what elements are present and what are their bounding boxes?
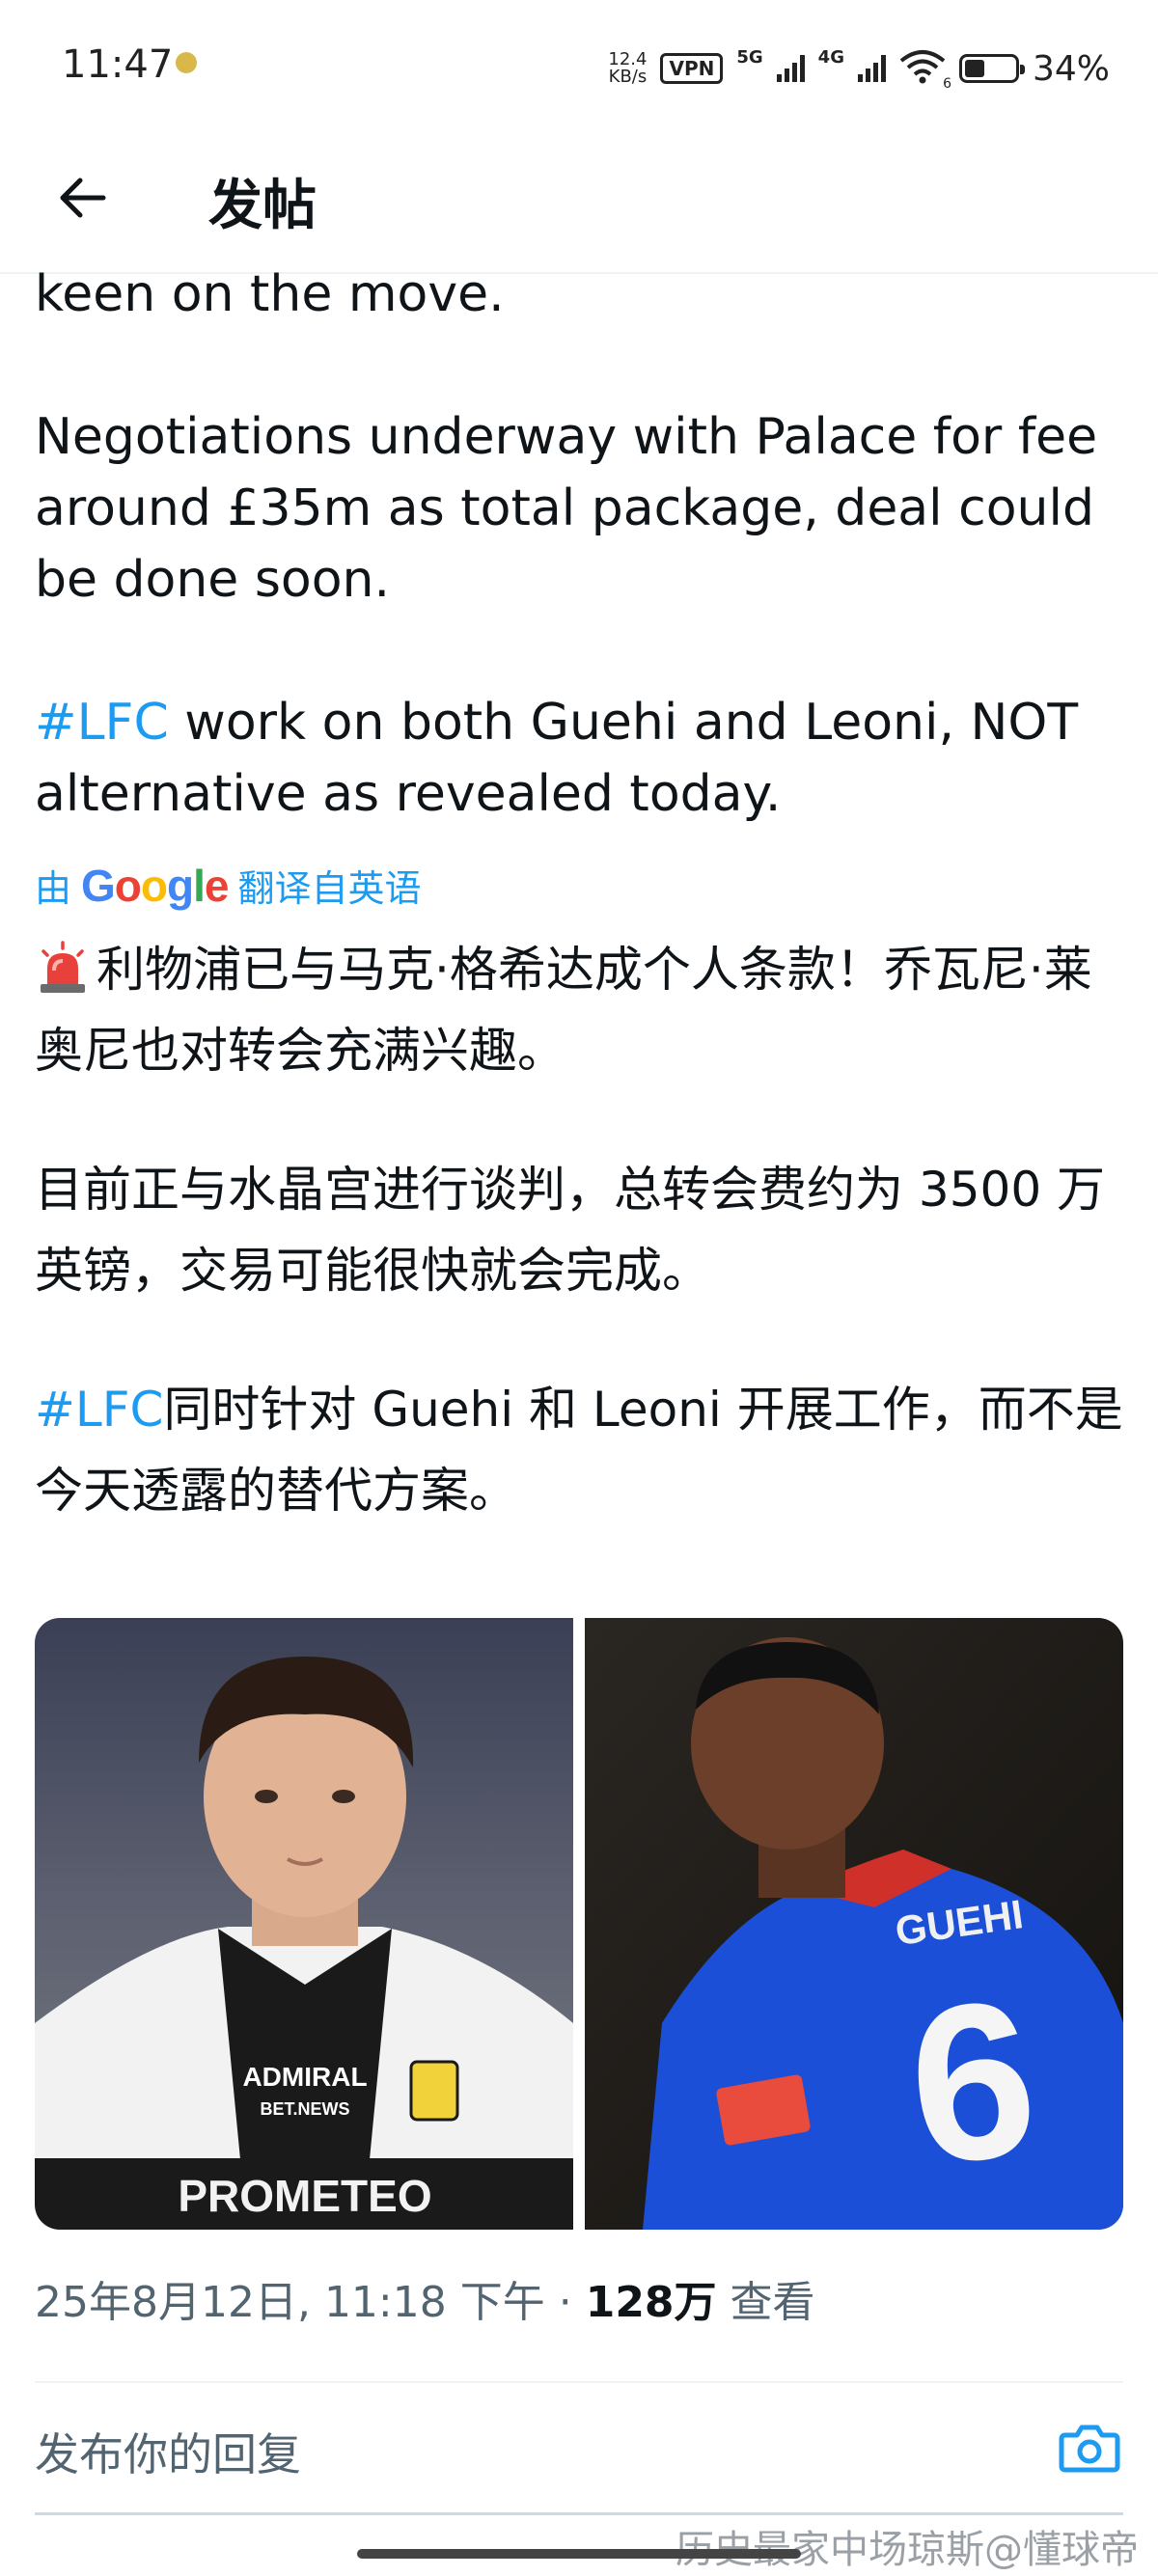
post-text-paragraph: Negotiations underway with Palace for fe…	[35, 408, 1098, 609]
translation-prefix: 由	[35, 867, 72, 910]
translated-text: 利物浦已与马克·格希达成个人条款！乔瓦尼·莱奥尼也对转会充满兴趣。	[35, 942, 1092, 1079]
hashtag-link[interactable]: #LFC	[35, 1382, 163, 1438]
net-speed-unit: KB/s	[608, 67, 648, 87]
post-text-span: work on both Guehi and Leoni, NOT altern…	[35, 694, 1079, 823]
status-icons: 12.4 KB/s VPN 5G 4G 6 34%	[608, 44, 1110, 93]
left-shirt-text: PROMETEO	[178, 2171, 431, 2221]
vpn-icon: VPN	[660, 53, 724, 84]
reply-bar: 发布你的回复	[0, 2383, 1158, 2518]
translated-paragraph: #LFC同时针对 Guehi 和 Leoni 开展工作，而不是今天透露的替代方案…	[35, 1369, 1125, 1531]
back-button[interactable]	[48, 164, 116, 232]
player-leoni-photo[interactable]: ADMIRAL BET.NEWS PROMETEO	[35, 1618, 573, 2230]
net-speed: 12.4 KB/s	[608, 51, 647, 86]
views-label: 查看	[716, 2278, 815, 2327]
post-meta: 25年8月12日, 11:18 下午 · 128万 查看	[35, 2267, 815, 2329]
translated-text: 同时针对 Guehi 和 Leoni 开展工作，而不是今天透露的替代方案。	[35, 1382, 1123, 1519]
wifi-icon: 6	[899, 49, 951, 92]
translated-paragraph: 目前正与水晶宫进行谈判，总转会费约为 3500 万英镑，交易可能很快就会完成。	[35, 1162, 1106, 1299]
player-guehi-photo[interactable]: GUEHI 6	[585, 1618, 1123, 2230]
home-indicator[interactable]	[357, 2549, 801, 2559]
post-media-grid: ADMIRAL BET.NEWS PROMETEO GUEHI 6	[35, 1618, 1123, 2230]
battery-icon	[958, 54, 1025, 83]
reply-underline	[35, 2512, 1123, 2515]
left-sponsor-sub: BET.NEWS	[260, 2099, 349, 2119]
hashtag-link[interactable]: #LFC	[35, 694, 169, 752]
left-sponsor: ADMIRAL	[242, 2062, 367, 2092]
translation-suffix: 翻译自英语	[237, 867, 422, 910]
status-time: 11:47	[62, 42, 174, 87]
post-text-partial: keen on the move.	[35, 265, 505, 323]
watermark: 历史最家中场琼斯@懂球帝	[676, 2528, 1139, 2572]
signal-icon	[776, 55, 805, 82]
views-count: 128万	[585, 2278, 717, 2327]
post-text-paragraph: #LFC work on both Guehi and Leoni, NOT a…	[35, 687, 1125, 830]
wifi-label: 6	[943, 76, 951, 92]
translated-paragraph: 利物浦已与马克·格希达成个人条款！乔瓦尼·莱奥尼也对转会充满兴趣。	[35, 929, 1125, 1091]
google-logo: Google	[81, 860, 229, 911]
battery-percent: 34%	[1032, 48, 1110, 89]
top-app-bar: 发帖	[0, 135, 1158, 274]
camera-icon	[1059, 2425, 1120, 2473]
post-body: keen on the move. Negotiations underway …	[35, 265, 1125, 1531]
camera-button[interactable]	[1056, 2414, 1123, 2481]
translation-attribution[interactable]: 由 Google 翻译自英语	[35, 859, 1125, 912]
signal-icon	[857, 55, 886, 82]
sim2-label: 4G	[817, 46, 844, 68]
reply-input[interactable]: 发布你的回复	[35, 2420, 301, 2483]
status-bar: 11:47 12.4 KB/s VPN 5G 4G 6 34%	[0, 0, 1158, 135]
post-timestamp: 25年8月12日, 11:18 下午 ·	[35, 2278, 586, 2327]
arrow-left-icon	[60, 178, 106, 218]
page-title: 发帖	[208, 175, 317, 237]
sim1-label: 5G	[736, 46, 763, 68]
right-shirt-number: 6	[898, 1952, 1047, 2211]
app-notification-icon	[176, 52, 197, 73]
siren-icon	[41, 941, 85, 993]
